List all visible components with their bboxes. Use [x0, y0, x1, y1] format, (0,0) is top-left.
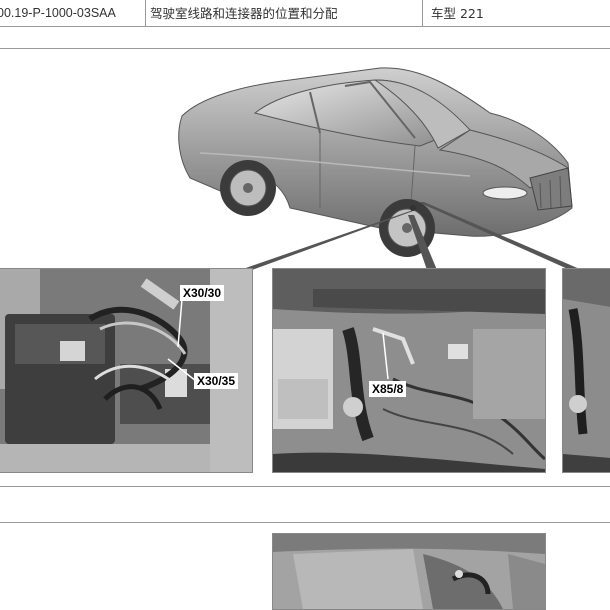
- photo-side-area: [562, 268, 610, 473]
- callout-arrow: [382, 332, 389, 380]
- section-divider: [0, 522, 610, 523]
- section-divider: [0, 486, 610, 487]
- photo-control-unit: X30/30 X30/35: [0, 268, 253, 473]
- callout-arrow: [167, 298, 197, 382]
- photo-footwell-connector: X85/8: [272, 268, 546, 473]
- photo-interior-cabin: [272, 533, 546, 610]
